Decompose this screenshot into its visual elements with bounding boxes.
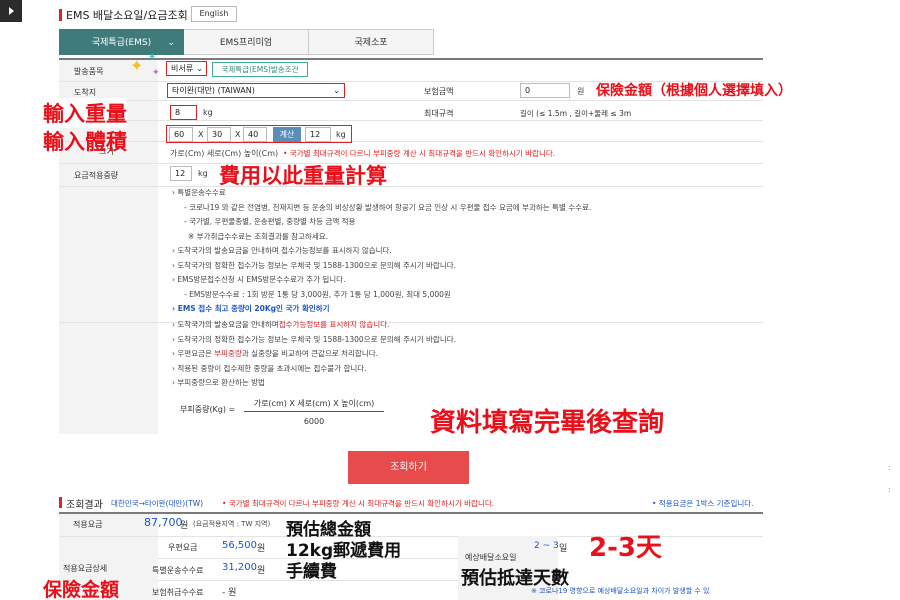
annotation-days-big: 2-3天 bbox=[589, 533, 662, 563]
annotation-days: 預估抵達天數 bbox=[461, 568, 569, 589]
postage-unit: 원 bbox=[257, 544, 266, 554]
times-sign: X bbox=[235, 130, 241, 139]
annotation-query: 資料填寫完畢後查詢 bbox=[430, 408, 665, 438]
english-button[interactable]: English bbox=[191, 6, 237, 22]
insurance-fee-value: - 원 bbox=[222, 588, 237, 598]
note-item: › 도착국가의 발송요금을 안내하며접수가능정보를 표시하지 않습니다. bbox=[172, 320, 390, 329]
special-fee-label: 특별운송수수료 bbox=[152, 566, 204, 575]
note-item: › 적용된 중량이 접수제한 중량을 초과시에는 접수불가 합니다. bbox=[172, 363, 367, 373]
special-fee-value: 31,200 bbox=[222, 562, 257, 573]
days-unit: 일 bbox=[559, 544, 568, 554]
ems-condition-button[interactable]: 국제특급(EMS)발송조건 bbox=[212, 62, 308, 77]
height-input[interactable]: 40 bbox=[243, 127, 267, 142]
note-item: › 우편요금은 부피중량과 실중량을 비교하여 큰값으로 처리합니다. bbox=[172, 349, 379, 358]
annotation-volume: 輸入體積 bbox=[43, 130, 127, 154]
weight-unit: kg bbox=[203, 108, 213, 117]
query-button[interactable]: 조회하기 bbox=[348, 451, 469, 484]
insurance-fee-label: 보험취급수수료 bbox=[152, 588, 204, 597]
service-tabs: 국제특급(EMS) ⌄ EMS프리미엄 국제소포 bbox=[59, 29, 763, 55]
formula-divider bbox=[244, 411, 384, 412]
item-label: 발송품목 bbox=[74, 67, 104, 76]
edge-mark: : bbox=[888, 463, 891, 472]
notes-block-1: › 특별운송수수료 - 코로나19 와 같은 전염병, 천재지변 등 운송의 비… bbox=[172, 186, 732, 317]
note-item: - 국가별, 우편물종별, 운송편별, 중량별 차등 금액 적용 bbox=[184, 217, 356, 226]
fee-unit: 원 bbox=[180, 521, 189, 531]
formula-label: 부피중량(Kg) = bbox=[180, 405, 236, 414]
insurance-unit: 원 bbox=[577, 87, 585, 96]
times-sign: X bbox=[198, 130, 204, 139]
formula-denominator: 6000 bbox=[303, 417, 325, 426]
tab-parcel[interactable]: 국제소포 bbox=[309, 29, 434, 55]
annotation-insurance: 保險金額（根據個人選擇填入） bbox=[596, 83, 792, 99]
chevron-down-icon: ⌄ bbox=[196, 64, 203, 73]
annotation-fee-basis: 費用以此重量計算 bbox=[219, 164, 387, 188]
result-basis: • 적용요금은 1박스 기준입니다. bbox=[652, 499, 754, 508]
width-input[interactable]: 60 bbox=[169, 127, 193, 142]
dims-warning: • 국가별 최대규격이 다르니 부피중량 계산 시 최대규격을 반드시 확인하시… bbox=[283, 149, 556, 158]
weight-input[interactable]: 8 bbox=[170, 105, 197, 120]
sidebar-toggle[interactable] bbox=[0, 0, 22, 22]
postage-value: 56,500 bbox=[222, 540, 257, 551]
length-input[interactable]: 30 bbox=[207, 127, 231, 142]
note-item: - EMS방문수수료 : 1회 방문 1통 당 3,000원, 추가 1통 당 … bbox=[184, 289, 451, 299]
item-select-value: 비서류 bbox=[171, 64, 194, 73]
fee-label: 적용요금 bbox=[73, 520, 103, 529]
notes-block-2: › 도착국가의 발송요금을 안내하며접수가능정보를 표시하지 않습니다. › 도… bbox=[172, 318, 732, 391]
fee-value: 87,700 bbox=[144, 516, 183, 529]
formula-numerator: 가로(cm) X 세로(cm) X 높이(cm) bbox=[253, 399, 375, 408]
calculate-button[interactable]: 계산 bbox=[273, 127, 301, 142]
dims-hint: 가로(Cm) 세로(Cm) 높이(Cm) bbox=[170, 149, 279, 158]
title-marker bbox=[59, 9, 62, 21]
note-item: › 부피중량으로 환산하는 방법 bbox=[172, 378, 265, 387]
fee-note: (요금적용지역 : TW 지역) bbox=[193, 520, 271, 528]
tab-ems-premium[interactable]: EMS프리미엄 bbox=[184, 29, 309, 55]
note-item: ※ 부가취급수수료는 조회결과를 참고하세요. bbox=[188, 231, 329, 241]
play-icon bbox=[9, 7, 14, 15]
edge-mark: : bbox=[888, 485, 891, 494]
page-title: EMS 배달소요일/요금조회 bbox=[66, 9, 188, 22]
destination-label: 도착지 bbox=[74, 88, 97, 97]
size-limit-label: 최대규격 bbox=[424, 109, 454, 118]
sparkle-icon: ✦ bbox=[130, 56, 144, 75]
item-select[interactable]: 비서류 ⌄ bbox=[166, 61, 207, 76]
result-title: 조회결과 bbox=[66, 500, 103, 511]
insurance-label: 보험금액 bbox=[424, 87, 454, 96]
note-item: › 도착국가의 정확한 접수가능 정보는 우체국 및 1588-1300으로 문… bbox=[172, 260, 457, 270]
destination-value: 타이완(대만) (TAIWAN) bbox=[172, 86, 255, 95]
chevron-down-icon: ⌄ bbox=[333, 86, 340, 95]
annotation-insurance-bottom: 保險金額 bbox=[43, 579, 120, 600]
note-item: › EMS방문접수신청 시 EMS방문수수료가 추가 됩니다. bbox=[172, 275, 346, 284]
result-route: 대한민국→타이완(대만)(TW) bbox=[111, 499, 204, 508]
size-limit-text: 길이 (≤ 1.5m , 길이+둘레 ≤ 3m bbox=[520, 109, 632, 118]
note-item: › 도착국가의 발송요금을 안내하며 접수가능정보를 표시하지 않습니다. bbox=[172, 246, 392, 255]
destination-select[interactable]: 타이완(대만) (TAIWAN) ⌄ bbox=[167, 83, 345, 98]
sparkle-icon: ✦ bbox=[148, 52, 157, 63]
result-marker bbox=[59, 497, 62, 508]
sparkle-icon: ✦ bbox=[152, 68, 160, 78]
max-weight-link[interactable]: › EMS 접수 최고 중량이 20Kg인 국가 확인하기 bbox=[172, 302, 732, 317]
chevron-down-icon: ⌄ bbox=[167, 38, 175, 48]
special-fee-unit: 원 bbox=[257, 566, 266, 576]
volume-weight-unit: kg bbox=[336, 130, 346, 139]
insurance-input[interactable]: 0 bbox=[520, 83, 570, 98]
days-label: 예상배달소요일 bbox=[465, 553, 517, 562]
note-item: - 코로나19 와 같은 전염병, 천재지변 등 운송의 비상상황 발생하여 항… bbox=[184, 202, 592, 212]
volume-weight-output: 12 bbox=[305, 127, 331, 142]
postage-label: 우편요금 bbox=[168, 543, 198, 552]
applied-weight-unit: kg bbox=[198, 169, 208, 178]
applied-weight-label: 요금적용중량 bbox=[74, 171, 119, 180]
days-value: 2 ~ 3 bbox=[534, 541, 559, 551]
tab-ems[interactable]: 국제특급(EMS) ⌄ bbox=[59, 29, 184, 55]
tab-ems-label: 국제특급(EMS) bbox=[91, 38, 152, 48]
note-item: › 도착국가의 정확한 접수가능 정보는 우체국 및 1588-1300으로 문… bbox=[172, 334, 457, 344]
applied-weight-value: 12 bbox=[170, 166, 192, 181]
detail-label: 적용요금상세 bbox=[63, 564, 108, 573]
result-warning: • 국가별 최대규격이 다르니 부피중량 계산 시 최대규격을 반드시 확인하시… bbox=[222, 499, 495, 508]
annotation-handling: 手續費 bbox=[286, 562, 337, 582]
annotation-weight: 輸入重量 bbox=[43, 98, 127, 128]
